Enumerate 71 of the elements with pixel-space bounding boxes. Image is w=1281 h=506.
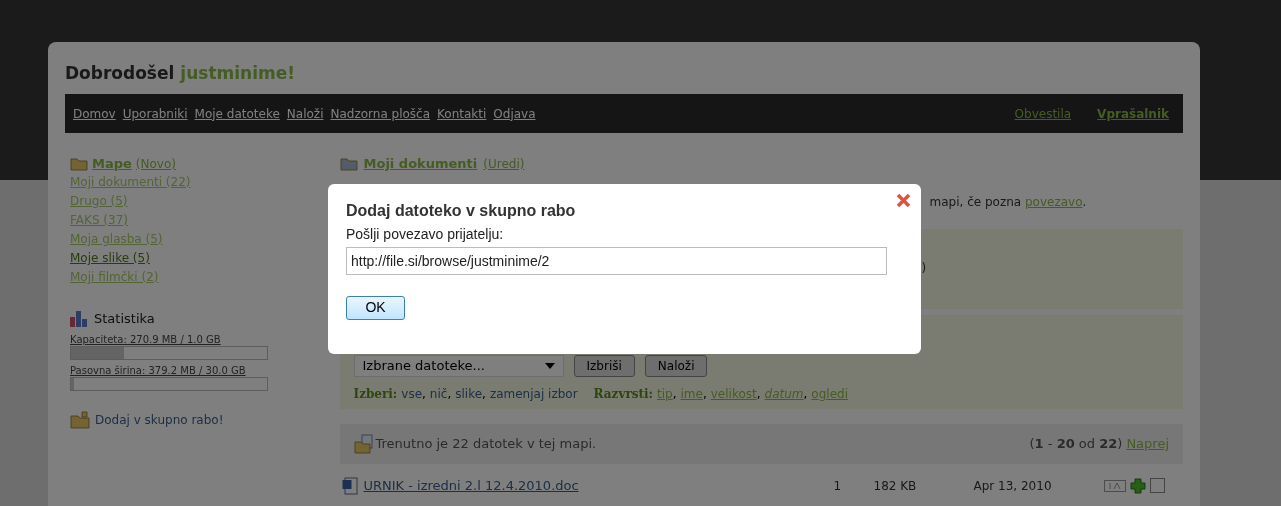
views-count: 1: [833, 477, 843, 495]
bar-chart-icon: [70, 310, 88, 327]
bulk-action-select[interactable]: Izbrane datoteke...: [353, 355, 564, 377]
files-icon: [353, 434, 374, 454]
text-format-icon: [1103, 479, 1126, 492]
select-link[interactable]: zamenjaj izbor: [489, 385, 578, 403]
separator: ,: [803, 386, 808, 403]
next-page-link[interactable]: Naprej: [1126, 434, 1169, 454]
file-checkbox[interactable]: [1149, 478, 1165, 494]
nav-link[interactable]: Obvestila: [1014, 104, 1072, 123]
greeting: Dobrodošel: [65, 62, 175, 84]
select-link[interactable]: slike: [455, 385, 483, 403]
field-label: Pošlji povezavo prijatelju:: [346, 225, 505, 243]
folder-link[interactable]: Moji dokumenti (22): [70, 173, 191, 192]
sort-link[interactable]: tip: [657, 385, 673, 403]
nav-link[interactable]: Kontakti: [437, 104, 487, 123]
link-field[interactable]: http://file.si/browse/justminime/2: [346, 247, 887, 275]
add-icon[interactable]: [1129, 477, 1146, 494]
dropdown-caret-icon: [544, 363, 555, 369]
edit-link[interactable]: (Uredi): [483, 155, 525, 173]
link-link[interactable]: povezavo: [1024, 193, 1083, 211]
folder-link[interactable]: Moje slike (5): [70, 249, 150, 268]
share-link[interactable]: Dodaj v skupno rabo!: [95, 410, 224, 429]
nav-link[interactable]: Domov: [73, 104, 116, 123]
folders-link[interactable]: Mape: [92, 155, 132, 173]
ok-button[interactable]: OK: [346, 295, 405, 320]
file-date: Apr 13, 2010: [973, 477, 1053, 495]
folder-link[interactable]: Moja glasba (5): [70, 230, 163, 249]
statistics-title: Statistika: [94, 310, 155, 328]
sort-link[interactable]: velikost: [710, 385, 757, 403]
action-button[interactable]: Naloži: [644, 355, 708, 377]
nav-link[interactable]: Moje datoteke: [194, 104, 280, 123]
close-icon[interactable]: [896, 193, 911, 208]
sort-label: Razvrsti:: [593, 386, 653, 403]
username: justminime!: [180, 62, 295, 84]
pagination-range: (1 - 20 od 22): [1029, 435, 1123, 454]
file-size: 182 KB: [873, 477, 918, 495]
info-text: mapi, če pozna: [929, 194, 1023, 211]
sort-link[interactable]: ogledi: [811, 385, 848, 403]
folder-title-link[interactable]: Moji dokumenti: [363, 155, 478, 173]
separator: ,: [447, 386, 452, 403]
file-count-text: Trenutno je 22 datotek v tej mapi.: [375, 435, 597, 454]
action-button[interactable]: Izbriši: [573, 355, 635, 377]
select-label: Izberi:: [353, 386, 398, 403]
separator: ,: [482, 386, 486, 403]
meter-label: Kapaciteta: 270.9 MB / 1.0 GB: [70, 332, 222, 346]
nav-link[interactable]: Odjava: [493, 104, 536, 123]
sort-link[interactable]: ime: [680, 385, 703, 403]
folder-icon: [70, 157, 88, 171]
folder-icon: [339, 157, 358, 171]
select-link[interactable]: vse: [401, 385, 423, 403]
file-link[interactable]: URNIK - izredni 2.l 12.4.2010.doc: [363, 476, 834, 496]
separator: ,: [702, 386, 707, 403]
folder-link[interactable]: Drugo (5): [70, 192, 128, 211]
folder-link[interactable]: Moji filmčki (2): [70, 268, 159, 287]
new-folder-link[interactable]: (Novo): [135, 155, 176, 173]
nav-link[interactable]: Nadzorna plošča: [330, 104, 431, 123]
nav-link[interactable]: Uporabniki: [122, 104, 188, 123]
separator: ,: [422, 386, 426, 403]
nav-link[interactable]: Vprašalnik: [1097, 104, 1169, 123]
folder-link[interactable]: FAKS (37): [70, 211, 128, 230]
dialog-title: Dodaj datoteko v skupno rabo: [346, 201, 577, 221]
separator: ,: [756, 386, 761, 403]
info-text: .: [1082, 194, 1087, 211]
separator: ,: [672, 386, 677, 403]
document-icon: [341, 476, 358, 495]
sort-link[interactable]: datum: [764, 385, 804, 403]
text-fragment: ): [921, 261, 927, 275]
shared-folder-icon: [70, 410, 90, 429]
nav-link[interactable]: Naloži: [286, 104, 324, 123]
meter-label: Pasovna širina: 379.2 MB / 30.0 GB: [70, 363, 247, 377]
